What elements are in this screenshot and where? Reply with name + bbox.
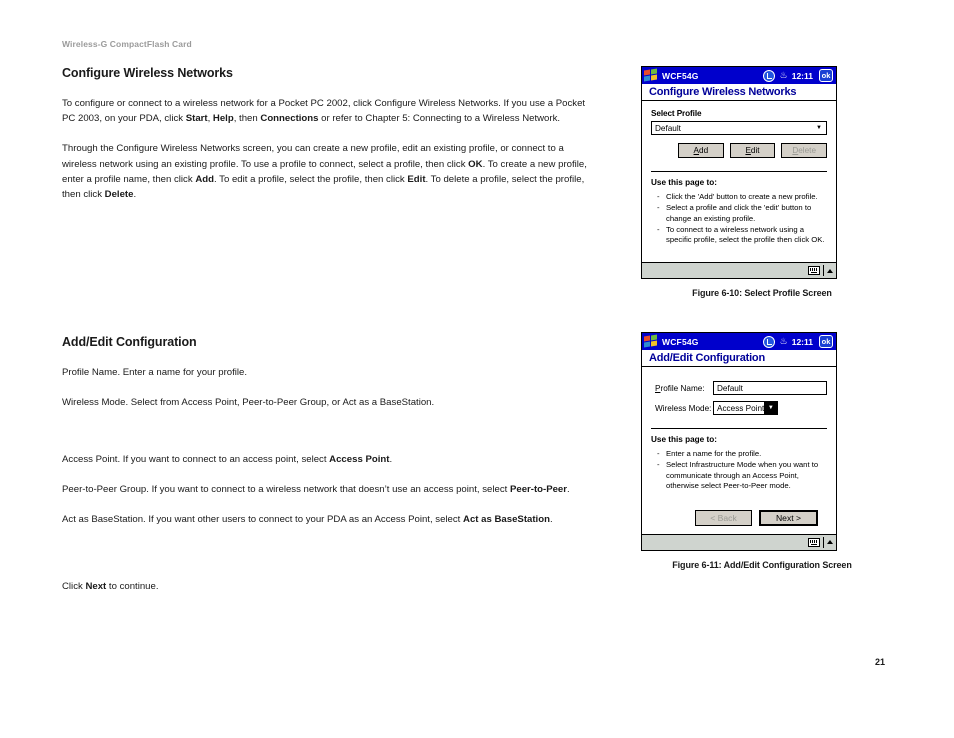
- pda-bottom-bar: [642, 533, 836, 550]
- paragraph: Through the Configure Wireless Networks …: [62, 143, 587, 201]
- caret-up-icon[interactable]: [827, 268, 833, 273]
- chevron-down-icon: ▼: [816, 125, 822, 131]
- pda-bottom-bar: [642, 262, 836, 278]
- section-title-add-edit-configuration: Add/Edit Configuration: [62, 335, 197, 350]
- windows-logo-icon: [644, 68, 659, 82]
- figure-6-11: WCF54G ♨ 12:11 ok Add/Edit Configuration…: [628, 332, 896, 570]
- delete-profile-button[interactable]: Delete: [781, 143, 828, 158]
- wizard-buttons: < Back Next >: [651, 509, 827, 526]
- divider: [823, 536, 824, 548]
- configuration-form: Profile Name: Default Wireless Mode: Acc…: [651, 375, 827, 415]
- back-button[interactable]: < Back: [695, 509, 752, 526]
- ok-button[interactable]: ok: [819, 69, 833, 82]
- profile-name-row: Profile Name: Default: [651, 381, 827, 395]
- pda-titlebar: WCF54G ♨ 12:11 ok: [642, 333, 836, 350]
- windows-logo-icon: [644, 334, 659, 348]
- main-text-column: Configure Wireless Networks To configure…: [62, 66, 587, 609]
- layout-spacer: [651, 246, 827, 254]
- pda-app-name: WCF54G: [662, 70, 699, 81]
- figure-6-10: WCF54G ♨ 12:11 ok Configure Wireless Net…: [628, 66, 896, 298]
- divider: [651, 428, 827, 429]
- select-profile-dropdown[interactable]: Default ▼: [651, 121, 827, 135]
- divider: [651, 171, 827, 172]
- figure-column: WCF54G ♨ 12:11 ok Configure Wireless Net…: [628, 66, 896, 570]
- paragraph: Profile Name. Enter a name for your prof…: [62, 367, 248, 379]
- edit-profile-button[interactable]: Edit: [729, 143, 776, 158]
- clock-time[interactable]: 12:11: [792, 337, 813, 347]
- add-profile-button[interactable]: Add: [678, 143, 724, 158]
- paragraph: Act as BaseStation. If you want other us…: [62, 514, 553, 526]
- ok-button[interactable]: ok: [819, 335, 833, 348]
- pda-screenshot-add-edit-configuration: WCF54G ♨ 12:11 ok Add/Edit Configuration…: [641, 332, 837, 551]
- keyboard-icon[interactable]: [808, 537, 820, 547]
- page-number: 21: [875, 657, 886, 667]
- speaker-icon[interactable]: ♨: [780, 71, 788, 80]
- layout-spacer: [62, 217, 587, 335]
- profile-action-buttons: Add Edit Delete: [651, 143, 828, 158]
- clock-time[interactable]: 12:11: [792, 71, 813, 81]
- pda-screen-title: Add/Edit Configuration: [642, 350, 836, 367]
- pda-screenshot-select-profile: WCF54G ♨ 12:11 ok Configure Wireless Net…: [641, 66, 837, 279]
- connectivity-icon[interactable]: [762, 69, 775, 82]
- pda-screen-title: Configure Wireless Networks: [642, 84, 836, 101]
- pda-app-name: WCF54G: [662, 336, 699, 347]
- chevron-down-icon: ▼: [764, 402, 778, 414]
- connectivity-icon[interactable]: [762, 335, 775, 348]
- wireless-mode-row: Wireless Mode: Access Point ▼: [651, 401, 827, 415]
- pda-titlebar: WCF54G ♨ 12:11 ok: [642, 67, 836, 84]
- list-item: Click the 'Add' button to create a new p…: [657, 192, 827, 203]
- list-item: Select Infrastructure Mode when you want…: [657, 460, 827, 492]
- layout-spacer: [62, 426, 587, 452]
- paragraph: Peer-to-Peer Group. If you want to conne…: [62, 483, 570, 495]
- paragraph: Wireless Mode. Select from Access Point,…: [62, 397, 435, 409]
- pda-content: Select Profile Default ▼ Add Edit Delete…: [642, 101, 836, 254]
- wireless-mode-value: Access Point: [717, 403, 765, 413]
- wireless-mode-dropdown[interactable]: Access Point ▼: [713, 401, 779, 415]
- figure-caption: Figure 6-11: Add/Edit Configuration Scre…: [672, 559, 852, 570]
- next-button[interactable]: Next >: [759, 509, 818, 526]
- pda-content: Profile Name: Default Wireless Mode: Acc…: [642, 367, 836, 526]
- select-profile-value: Default: [655, 123, 681, 133]
- caret-up-icon[interactable]: [827, 540, 833, 544]
- profile-name-label: Profile Name:: [655, 383, 705, 393]
- wireless-mode-label: Wireless Mode:: [655, 403, 712, 413]
- list-item: Enter a name for the profile.: [657, 449, 827, 460]
- paragraph: To configure or connect to a wireless ne…: [62, 98, 586, 125]
- hints-title: Use this page to:: [651, 178, 717, 187]
- paragraph: Access Point. If you want to connect to …: [62, 453, 393, 465]
- list-item: Select a profile and click the 'edit' bu…: [657, 203, 827, 224]
- hints-list: Enter a name for the profile. Select Inf…: [651, 449, 827, 492]
- section-title-configure-wireless-networks: Configure Wireless Networks: [62, 66, 233, 80]
- hints-title: Use this page to:: [651, 435, 717, 444]
- select-profile-label: Select Profile: [651, 109, 702, 118]
- layout-spacer: [62, 542, 587, 579]
- divider: [823, 265, 824, 276]
- figure-caption: Figure 6-10: Select Profile Screen: [692, 288, 832, 298]
- paragraph: Click Next to continue.: [62, 581, 159, 593]
- keyboard-icon[interactable]: [808, 266, 820, 275]
- hints-list: Click the 'Add' button to create a new p…: [651, 192, 827, 246]
- list-item: To connect to a wireless network using a…: [657, 225, 827, 246]
- running-header: Wireless-G CompactFlash Card: [62, 39, 192, 49]
- profile-name-input[interactable]: Default: [713, 381, 827, 395]
- speaker-icon[interactable]: ♨: [780, 337, 788, 346]
